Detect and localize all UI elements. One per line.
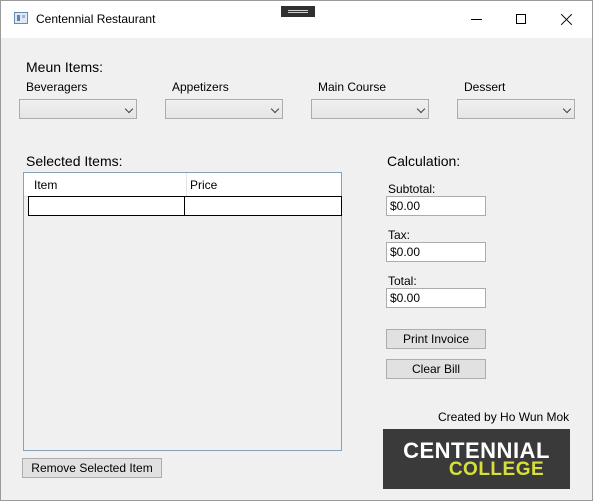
calculation-heading: Calculation:: [387, 153, 461, 169]
app-window: Centennial Restaurant Meun Items: Bevera…: [0, 0, 593, 501]
maximize-button[interactable]: [498, 1, 544, 38]
dessert-label: Dessert: [464, 80, 506, 94]
title-bar[interactable]: Centennial Restaurant: [1, 1, 592, 38]
chevron-down-icon: [562, 104, 572, 114]
main-course-dropdown[interactable]: [311, 99, 429, 119]
app-icon: [14, 12, 28, 24]
main-course-label: Main Course: [318, 80, 387, 94]
drag-handle-icon[interactable]: [281, 6, 315, 17]
beverages-dropdown[interactable]: [19, 99, 137, 119]
column-divider[interactable]: [186, 173, 187, 196]
table-row[interactable]: [28, 196, 342, 216]
column-header-item[interactable]: Item: [34, 178, 57, 192]
close-icon: [560, 13, 573, 26]
minimize-icon: [471, 19, 482, 20]
subtotal-label: Subtotal:: [388, 182, 436, 196]
tax-field[interactable]: $0.00: [386, 242, 486, 262]
close-button[interactable]: [543, 1, 589, 38]
selected-items-heading: Selected Items:: [26, 153, 123, 169]
column-header-price[interactable]: Price: [190, 178, 217, 192]
total-field[interactable]: $0.00: [386, 288, 486, 308]
clear-bill-button[interactable]: Clear Bill: [386, 359, 486, 379]
centennial-college-logo: CENTENNIAL COLLEGE: [383, 429, 570, 489]
dessert-dropdown[interactable]: [457, 99, 575, 119]
cell-divider: [184, 197, 185, 215]
grid-header: Item Price: [24, 173, 341, 197]
appetizers-label: Appetizers: [172, 80, 229, 94]
chevron-down-icon: [416, 104, 426, 114]
chevron-down-icon: [270, 104, 280, 114]
menu-items-heading: Meun Items:: [26, 59, 104, 75]
appetizers-dropdown[interactable]: [165, 99, 283, 119]
window-title: Centennial Restaurant: [36, 12, 156, 26]
logo-line-2: COLLEGE: [448, 459, 545, 480]
beverages-label: Beveragers: [26, 80, 88, 94]
tax-label: Tax:: [388, 228, 411, 242]
remove-selected-item-button[interactable]: Remove Selected Item: [22, 458, 162, 478]
subtotal-field[interactable]: $0.00: [386, 196, 486, 216]
total-label: Total:: [388, 274, 417, 288]
print-invoice-button[interactable]: Print Invoice: [386, 329, 486, 349]
chevron-down-icon: [124, 104, 134, 114]
selected-items-grid[interactable]: Item Price: [23, 172, 342, 451]
minimize-button[interactable]: [453, 1, 499, 38]
maximize-icon: [516, 14, 526, 24]
author-credit: Created by Ho Wun Mok: [438, 410, 570, 424]
